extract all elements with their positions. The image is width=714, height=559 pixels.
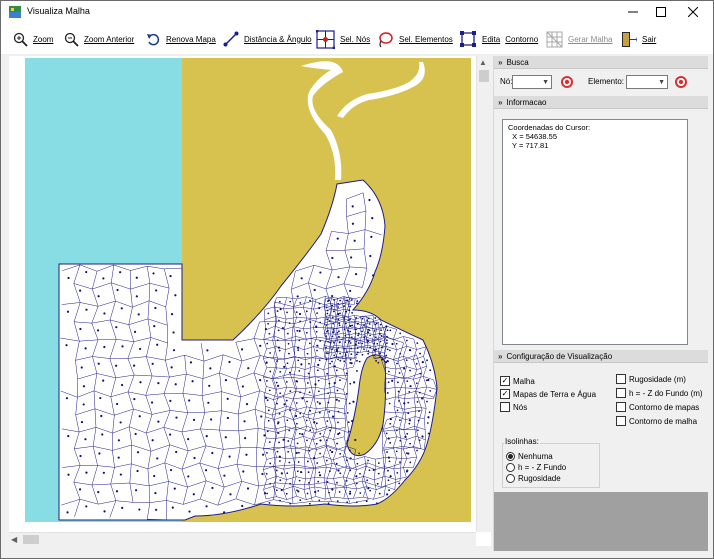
radio-dot[interactable] [506,452,515,461]
checkbox-label: Mapas de Terra e Água [513,389,597,399]
locate-element-button[interactable] [674,75,688,89]
select-elements-label: Sel. Elementos [399,34,453,44]
distance-angle-button[interactable]: Distância & Ângulo [223,28,312,50]
polygon-edit-icon [460,31,476,47]
horizontal-scroll-thumb[interactable] [23,535,39,544]
generate-mesh-button[interactable]: Gerar Malha [546,28,612,50]
zoom-out-icon [64,32,79,47]
panel-empty-area [494,492,708,551]
scroll-left-arrow-icon[interactable]: ◀ [11,535,17,544]
checkbox-label: Nós [513,402,528,412]
checkbox-malha[interactable]: ✓ Malha [500,376,535,386]
checkbox-label: Contorno de mapas [629,402,700,412]
radio-dot[interactable] [506,474,515,483]
maximize-button[interactable] [646,1,676,23]
info-section-header[interactable]: » Informacao [494,96,708,109]
node-select[interactable]: ▼ [512,75,552,89]
collapse-chevron-icon: » [498,351,503,361]
checkbox-box[interactable] [616,416,626,426]
checkbox-label: Malha [513,376,535,386]
search-section-header[interactable]: » Busca [494,56,708,69]
main-window: Visualiza Malha Zoom Zoom Anterior Renov… [0,0,714,559]
zoom-label: Zoom [33,34,54,44]
cursor-info-box: Coordenadas do Cursor: X = 54638.55 Y = … [502,119,688,345]
minimize-button[interactable] [618,1,648,23]
checkbox-label: Contorno de malha [629,416,698,426]
config-section-header[interactable]: » Configuração de Visualização [494,350,708,363]
distance-angle-label: Distância & Ângulo [244,34,312,44]
element-label: Elemento: [588,77,625,86]
checkbox-box[interactable] [500,402,510,412]
element-select[interactable]: ▼ [626,75,668,89]
mesh-map[interactable] [25,58,471,522]
undo-arrow-icon [147,33,160,45]
radio-dot[interactable] [506,463,515,472]
radio-label: h = - Z Fundo [518,463,567,472]
checkbox-contorno-malha[interactable]: Contorno de malha [616,416,697,426]
mesh-nodes-icon [316,29,335,49]
refresh-map-button[interactable]: Renova Mapa [146,28,216,50]
checkbox-box[interactable] [616,388,626,398]
toolbar: Zoom Zoom Anterior Renova Mapa Distância… [1,23,713,54]
contour-label: Contorno [505,34,539,44]
checkbox-mapas-terra-agua[interactable]: ✓ Mapas de Terra e Água [500,389,596,399]
radio-h-z-fundo[interactable]: h = - Z Fundo [506,463,566,472]
select-nodes-button[interactable]: Sel. Nós [316,28,370,50]
title-bar: Visualiza Malha [1,1,713,23]
config-header-label: Configuração de Visualização [506,351,613,361]
checkbox-box[interactable]: ✓ [500,376,510,386]
vertical-scroll-thumb[interactable] [479,70,489,82]
horizontal-scrollbar[interactable]: ◀ [9,532,476,546]
side-panel: » Busca Nó: ▼ Elemento: ▼ » Informacao C… [493,56,708,551]
map-canvas-area[interactable]: ▲ ◀ [9,56,491,546]
collapse-chevron-icon: » [498,97,503,107]
generate-mesh-label: Gerar Malha [568,34,613,44]
checkbox-label: Rugosidade (m) [629,374,686,384]
node-label: Nó: [500,77,513,86]
collapse-chevron-icon: » [498,57,503,67]
magnifier-icon [13,32,28,47]
lasso-icon [379,31,393,47]
checkbox-contorno-mapas[interactable]: Contorno de mapas [616,402,699,412]
mesh-grid-icon [546,31,563,47]
radio-label: Rugosidade [518,474,561,483]
radio-label: Nenhuma [518,452,553,461]
locate-node-button[interactable] [560,75,574,89]
ruler-line-icon [223,31,239,47]
checkbox-box[interactable] [616,402,626,412]
checkbox-rugosidade[interactable]: Rugosidade (m) [616,374,686,384]
radio-nenhuma[interactable]: Nenhuma [506,452,553,461]
isolines-title: Isolinhas: [504,437,540,446]
minimize-icon [628,11,638,13]
window-title: Visualiza Malha [27,6,90,16]
zoom-previous-label: Zoom Anterior [84,34,135,44]
dropdown-arrow-icon: ▼ [658,79,665,86]
select-nodes-label: Sel. Nós [340,34,371,44]
checkbox-label: h = - Z do Fundo (m) [629,388,703,398]
search-header-label: Busca [506,57,529,67]
checkbox-nos[interactable]: Nós [500,402,527,412]
app-icon [9,6,21,18]
select-elements-button[interactable]: Sel. Elementos [377,28,453,50]
scroll-up-arrow-icon[interactable]: ▲ [479,58,487,67]
checkbox-h-z-fundo[interactable]: h = - Z do Fundo (m) [616,388,703,398]
exit-label: Sair [642,34,657,44]
checkbox-box[interactable] [616,374,626,384]
radio-rugosidade[interactable]: Rugosidade [506,474,561,483]
zoom-button[interactable]: Zoom [13,28,53,50]
vertical-scrollbar[interactable]: ▲ [476,56,491,532]
maximize-icon [656,7,666,17]
info-header-label: Informacao [506,97,547,107]
refresh-map-label: Renova Mapa [166,34,216,44]
exit-button[interactable]: Sair [621,28,656,50]
exit-door-icon [622,31,637,47]
zoom-previous-button[interactable]: Zoom Anterior [64,28,134,50]
dropdown-arrow-icon: ▼ [542,79,549,86]
edit-contour-button[interactable]: Edita Contorno [459,28,538,50]
close-icon [688,7,698,17]
checkbox-box[interactable]: ✓ [500,389,510,399]
close-button[interactable] [678,1,708,23]
edit-label: Edita [482,34,501,44]
